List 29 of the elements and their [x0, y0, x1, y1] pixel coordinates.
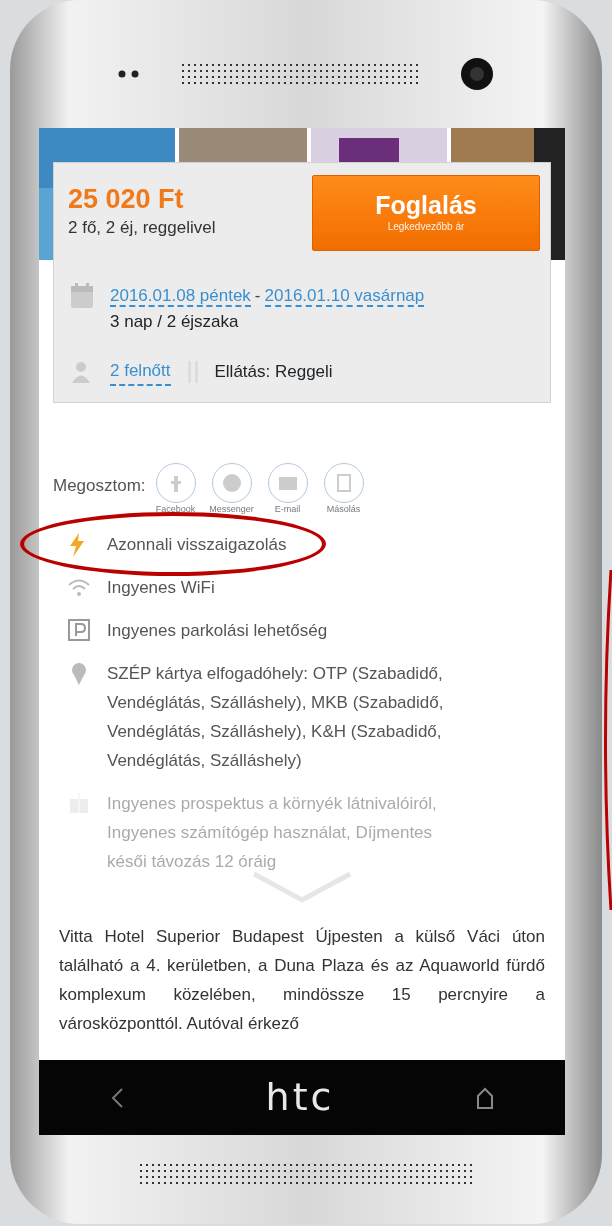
share-label: Megosztom: [53, 474, 146, 497]
feature-text: Azonnali visszaigazolás [107, 534, 287, 556]
feature-text: SZÉP kártya elfogadóhely: OTP (Szabadidő, Vendéglátás, Szálláshely), MKB (Szabadidő, Vendéglátás, Szálláshely), K&H (Szabadidő, Vendéglátás, Szálláshely) [107, 663, 445, 772]
share-caption: Facebook [155, 502, 196, 516]
duration-text: 3 nap / 2 éjszaka [110, 310, 240, 333]
brand-logo: htc [265, 1074, 335, 1121]
date-link[interactable]: 2016.01.08 péntek [110, 286, 251, 307]
calendar-icon [70, 283, 94, 309]
share-caption: E-mail [274, 502, 301, 516]
camera-icon [460, 57, 494, 91]
booking-summary: 2 fő, 2 éj, reggelivel [68, 217, 216, 240]
sensor-icon [118, 70, 140, 78]
parking-icon [67, 618, 91, 644]
price-text: 25 020 Ft [68, 185, 185, 216]
home-icon [476, 1086, 495, 1109]
feature-text: Ingyenes prospektus a környék látnivalóiról, Ingyenes számítógép használat, Díjmentes késői távozás 12 óráig [107, 793, 438, 873]
chat-icon [220, 471, 243, 494]
booking-button[interactable]: Foglalás Legkedvezőbb ár [312, 175, 540, 251]
feature-text: Ingyenes WiFi [107, 577, 215, 599]
feature-text: Ingyenes parkolási lehetőség [107, 620, 328, 642]
date-separator: - [254, 286, 261, 305]
board-text: Ellátás: Reggeli [214, 361, 333, 383]
description-text: Vitta Hotel Superior Budapest Újpesten a külső Váci úton található a 4. kerületben, a Duna Plaza és az Aquaworld fürdő komplexum közelében, mindössze 15 percnyire a városközponttól. Autóval érkező [58, 926, 546, 1035]
chevron-down-icon [250, 870, 354, 904]
share-caption: Másolás [326, 502, 361, 516]
share-caption: Messenger [209, 502, 254, 516]
guests-link[interactable]: 2 felnőtt [110, 358, 171, 386]
date-link[interactable]: 2016.01.10 vasárnap [264, 286, 425, 307]
back-icon [109, 1086, 124, 1109]
